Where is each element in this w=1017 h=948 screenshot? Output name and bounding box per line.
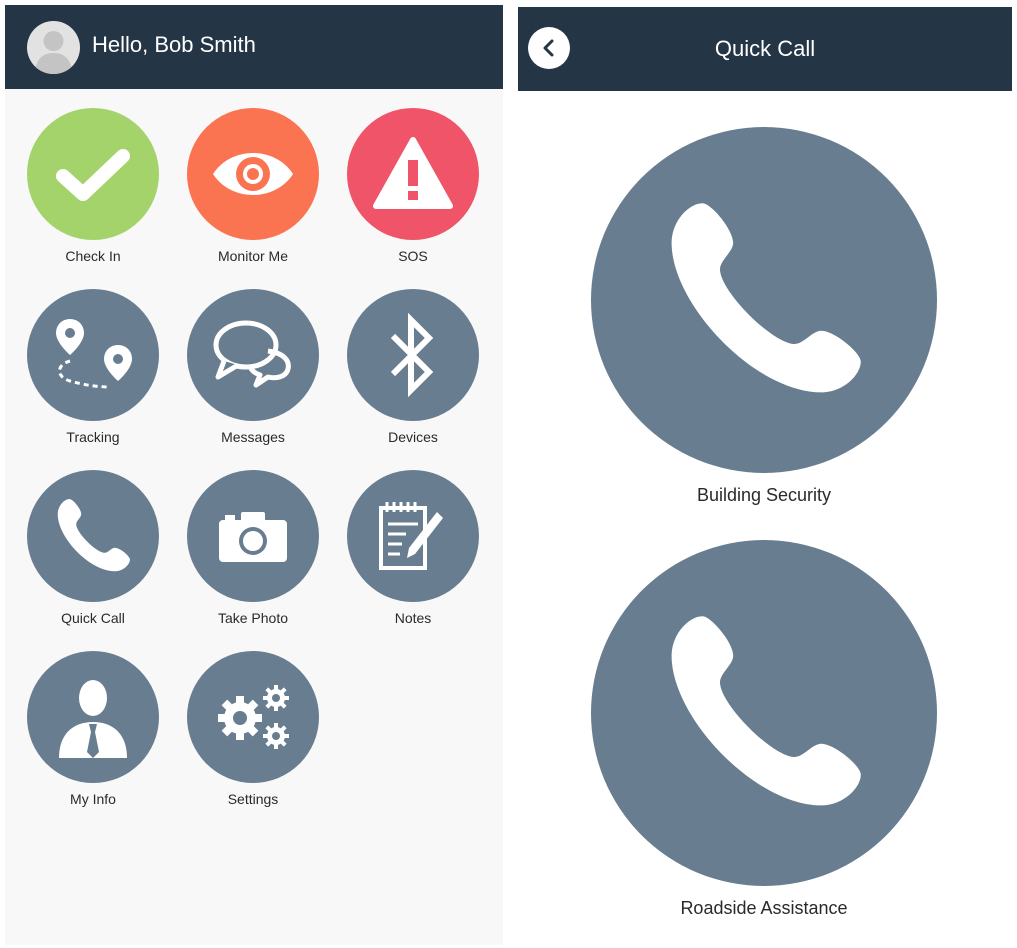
home-header: Hello, Bob Smith <box>5 5 503 89</box>
tile-label: Notes <box>394 610 432 626</box>
camera-icon <box>219 512 287 562</box>
quick-call-circle[interactable] <box>27 470 159 602</box>
tile-sos[interactable]: SOS <box>343 108 483 264</box>
notes-circle[interactable] <box>347 470 479 602</box>
gears-icon <box>218 685 289 749</box>
call-button-circle[interactable] <box>591 127 937 473</box>
user-silhouette-icon <box>35 31 72 74</box>
eye-icon <box>213 153 293 195</box>
screen-title: Quick Call <box>714 36 816 61</box>
tile-label: Settings <box>227 791 279 807</box>
tile-devices[interactable]: Devices <box>343 289 483 445</box>
greeting-text: Hello, Bob Smith <box>92 32 256 57</box>
tile-notes[interactable]: Notes <box>343 470 483 626</box>
tile-my-info[interactable]: My Info <box>23 651 163 807</box>
person-tie-icon <box>59 680 127 758</box>
notepad-pencil-icon <box>379 502 443 570</box>
call-roadside-assistance[interactable]: Roadside Assistance <box>591 540 937 919</box>
bluetooth-icon <box>390 312 434 398</box>
tracking-circle[interactable] <box>27 289 159 421</box>
tile-settings[interactable]: Settings <box>183 651 323 807</box>
tile-label: Take Photo <box>217 610 289 626</box>
call-button-circle[interactable] <box>591 540 937 886</box>
monitor-me-circle[interactable] <box>187 108 319 240</box>
devices-circle[interactable] <box>347 289 479 421</box>
phone-icon <box>671 616 861 806</box>
tile-label: Messages <box>221 429 285 445</box>
call-building-security[interactable]: Building Security <box>591 127 937 506</box>
sos-circle[interactable] <box>347 108 479 240</box>
quick-call-header: Quick Call <box>518 7 1012 91</box>
quick-call-screen: Quick Call Building Security Roadside As… <box>518 7 1012 945</box>
check-in-circle[interactable] <box>27 108 159 240</box>
warning-icon <box>373 137 453 209</box>
tile-check-in[interactable]: Check In <box>23 108 163 264</box>
tile-tracking[interactable]: Tracking <box>23 289 163 445</box>
tile-quick-call[interactable]: Quick Call <box>23 470 163 626</box>
avatar[interactable] <box>27 21 80 74</box>
tile-label: Check In <box>65 248 121 264</box>
take-photo-circle[interactable] <box>187 470 319 602</box>
chat-bubbles-icon <box>213 320 291 388</box>
contact-label: Building Security <box>696 485 832 505</box>
contact-label: Roadside Assistance <box>680 898 848 918</box>
messages-circle[interactable] <box>187 289 319 421</box>
tile-messages[interactable]: Messages <box>183 289 323 445</box>
tile-take-photo[interactable]: Take Photo <box>183 470 323 626</box>
phone-icon <box>671 203 861 393</box>
tile-label: Monitor Me <box>217 248 289 264</box>
tile-label: My Info <box>70 791 116 807</box>
phone-icon <box>57 499 130 572</box>
tile-label: Tracking <box>66 429 120 445</box>
my-info-circle[interactable] <box>27 651 159 783</box>
tile-label: SOS <box>398 248 428 264</box>
check-icon <box>56 149 130 201</box>
tile-monitor-me[interactable]: Monitor Me <box>183 108 323 264</box>
home-screen: Hello, Bob Smith Check In Monitor Me SOS… <box>5 5 503 945</box>
tile-label: Devices <box>388 429 438 445</box>
tile-label: Quick Call <box>61 610 125 626</box>
settings-circle[interactable] <box>187 651 319 783</box>
route-pins-icon <box>56 319 132 389</box>
